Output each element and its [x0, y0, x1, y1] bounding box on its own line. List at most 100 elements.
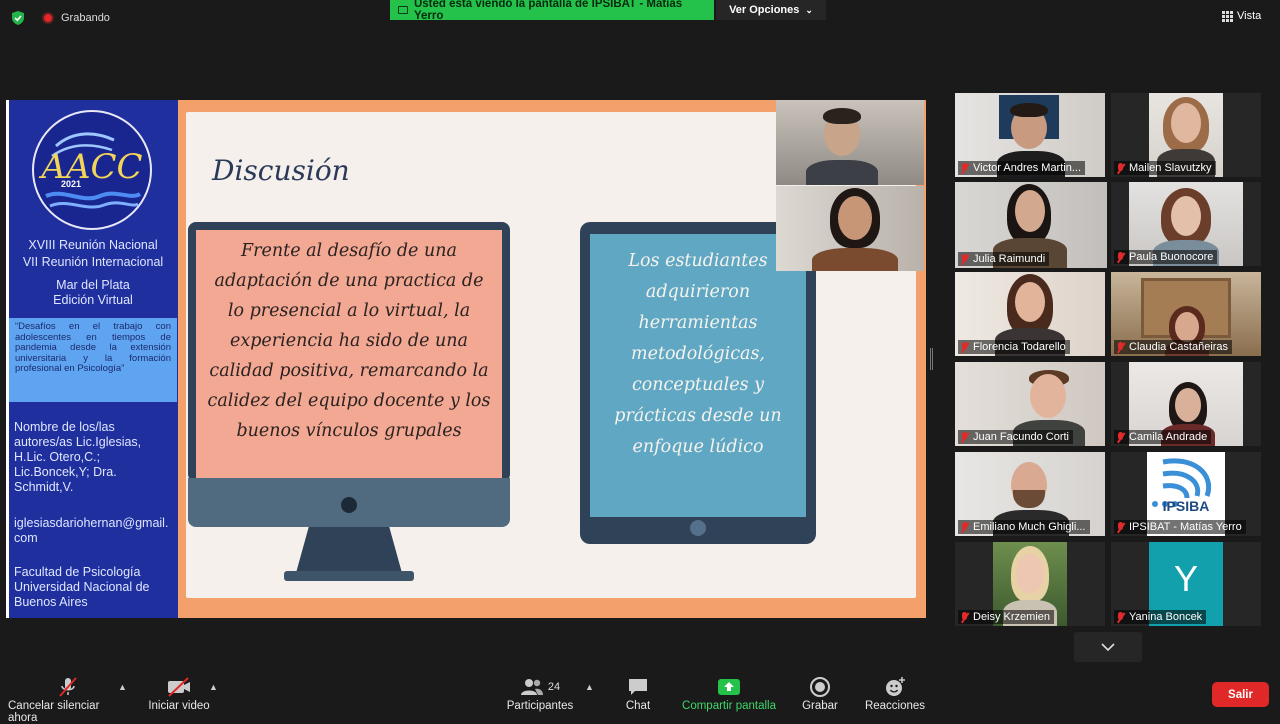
mic-muted-icon [1116, 251, 1125, 263]
faculty-text: Facultad de Psicología Universidad Nacio… [14, 565, 150, 609]
meeting-line-2: VII Reunión Internacional [22, 255, 164, 269]
participant-name: Claudia Castañeiras [1129, 341, 1229, 353]
chevron-down-icon: ⌄ [805, 4, 813, 15]
participant-name-tag: Yanina Boncek [1114, 610, 1207, 624]
mic-muted-icon [960, 431, 969, 443]
monitor-stand [296, 527, 402, 573]
participant-tile[interactable]: Emiliano Much Ghigli... [955, 452, 1105, 536]
place-line-2: Edición Virtual [53, 293, 133, 307]
conference-logo: AACC 2021 [32, 110, 152, 230]
abstract-box: “Desafíos en el trabajo con adolescentes… [9, 318, 177, 402]
participant-tile[interactable]: Juan Facundo Corti [955, 362, 1105, 446]
leave-meeting-button[interactable]: Salir [1212, 682, 1269, 707]
presenter-video-1[interactable] [776, 100, 924, 185]
participants-label: Participantes [506, 700, 574, 712]
reactions-button[interactable]: Reacciones [864, 676, 926, 712]
participant-tile[interactable]: IPSIBA IPSIBAT - Matías Yerro [1111, 452, 1261, 536]
participants-options-caret-icon[interactable]: ▲ [585, 682, 594, 692]
unmute-button[interactable]: Cancelar silenciar ahora [8, 676, 128, 724]
participant-name-tag: Florencia Todarello [958, 340, 1070, 354]
mic-muted-icon [960, 611, 969, 623]
mic-muted-icon [960, 253, 969, 265]
monitor-base [284, 571, 414, 581]
participant-name: Paula Buonocore [1129, 251, 1214, 263]
participant-tile[interactable]: Florencia Todarello [955, 272, 1105, 356]
meeting-line-1: XVIII Reunión Nacional [28, 238, 158, 252]
participant-name: Juan Facundo Corti [973, 431, 1069, 443]
mic-muted-icon [960, 521, 969, 533]
split-view-handle[interactable] [930, 348, 933, 370]
avatar-initial: Y [1173, 558, 1198, 599]
mic-muted-icon [960, 341, 969, 353]
share-screen-label: Compartir pantalla [682, 700, 776, 712]
ipsiba-logo-text: IPSIBA [1162, 498, 1210, 514]
share-screen-icon [718, 679, 740, 695]
tablet-home-button [690, 520, 706, 536]
participant-name-tag: IPSIBAT - Matías Yerro [1114, 520, 1246, 534]
reactions-icon [886, 677, 905, 696]
participant-tile[interactable]: Mailen Slavutzky [1111, 93, 1261, 177]
start-video-button[interactable]: Iniciar video [146, 676, 212, 712]
mic-off-icon [59, 677, 77, 697]
presenter-video-2[interactable] [776, 186, 924, 271]
chat-icon [629, 679, 647, 695]
participant-name-tag: Julia Raimundi [958, 252, 1050, 266]
monitor-button [341, 497, 357, 513]
participant-tile-active-speaker[interactable]: Julia Raimundi [955, 182, 1107, 268]
next-page-button[interactable] [1074, 632, 1142, 662]
participant-name-tag: Victor Andres Martin... [958, 161, 1086, 175]
participant-tile[interactable]: Camila Andrade [1111, 362, 1261, 446]
mic-muted-icon [1116, 611, 1125, 623]
authors-text: Nombre de los/las autores/as Lic.Iglesia… [14, 420, 142, 494]
video-off-icon [168, 677, 190, 697]
screen-share-banner: Usted está viendo la pantalla de IPSIBAT… [390, 0, 714, 22]
monitor-text: Frente al desafío de una adaptación de u… [207, 241, 491, 441]
reactions-label: Reacciones [864, 700, 926, 712]
security-shield-icon[interactable] [10, 10, 26, 26]
participant-name: Victor Andres Martin... [973, 162, 1082, 174]
mic-muted-icon [1116, 341, 1125, 353]
participant-name: Florencia Todarello [973, 341, 1066, 353]
participant-tile[interactable]: Paula Buonocore [1111, 182, 1261, 266]
participant-name: IPSIBAT - Matías Yerro [1129, 521, 1242, 533]
video-options-caret-icon[interactable]: ▲ [209, 682, 218, 692]
chat-label: Chat [625, 700, 651, 712]
participant-name: Deisy Krzemien [973, 611, 1051, 623]
record-label: Grabar [802, 700, 838, 712]
view-options-button[interactable]: Ver Opciones ⌄ [716, 0, 826, 20]
email-text: iglesiasdariohernan@gmail.com [14, 516, 169, 545]
place-line-1: Mar del Plata [56, 278, 130, 292]
recording-icon [42, 12, 54, 24]
logo-letters: AACC [38, 147, 142, 187]
mic-muted-icon [1116, 162, 1125, 174]
audio-options-caret-icon[interactable]: ▲ [118, 682, 127, 692]
mic-muted-icon [960, 162, 969, 174]
participant-tile[interactable]: Claudia Castañeiras [1111, 272, 1261, 356]
share-screen-button[interactable]: Compartir pantalla [680, 676, 778, 712]
view-toggle-label: Vista [1237, 10, 1262, 22]
chat-button[interactable]: Chat [622, 676, 654, 712]
screen-share-icon [398, 6, 408, 14]
grid-view-icon [1222, 10, 1233, 22]
participant-tile[interactable]: Y Yanina Boncek [1111, 542, 1261, 626]
view-toggle-button[interactable]: Vista [1222, 10, 1261, 22]
participant-name-tag: Emiliano Much Ghigli... [958, 520, 1090, 534]
participants-count: 24 [547, 681, 561, 693]
participant-name: Camila Andrade [1129, 431, 1208, 443]
start-video-label: Iniciar video [148, 700, 210, 712]
participant-name-tag: Paula Buonocore [1114, 250, 1218, 264]
participants-button[interactable]: 24 Participantes [504, 676, 576, 712]
participant-name-tag: Juan Facundo Corti [958, 430, 1073, 444]
unmute-label: Cancelar silenciar ahora [8, 700, 100, 724]
screen-share-banner-text: Usted está viendo la pantalla de IPSIBAT… [413, 0, 683, 22]
participant-name: Julia Raimundi [973, 253, 1046, 265]
participant-name-tag: Deisy Krzemien [958, 610, 1055, 624]
participant-name: Mailen Slavutzky [1129, 162, 1212, 174]
mic-muted-icon [1116, 521, 1125, 533]
participant-tile[interactable]: Deisy Krzemien [955, 542, 1105, 626]
mic-muted-icon [1116, 431, 1125, 443]
recording-label[interactable]: Grabando [61, 12, 110, 24]
participant-tile[interactable]: Victor Andres Martin... [955, 93, 1105, 177]
record-button[interactable]: Grabar [800, 676, 840, 712]
chevron-down-icon [1101, 643, 1115, 651]
